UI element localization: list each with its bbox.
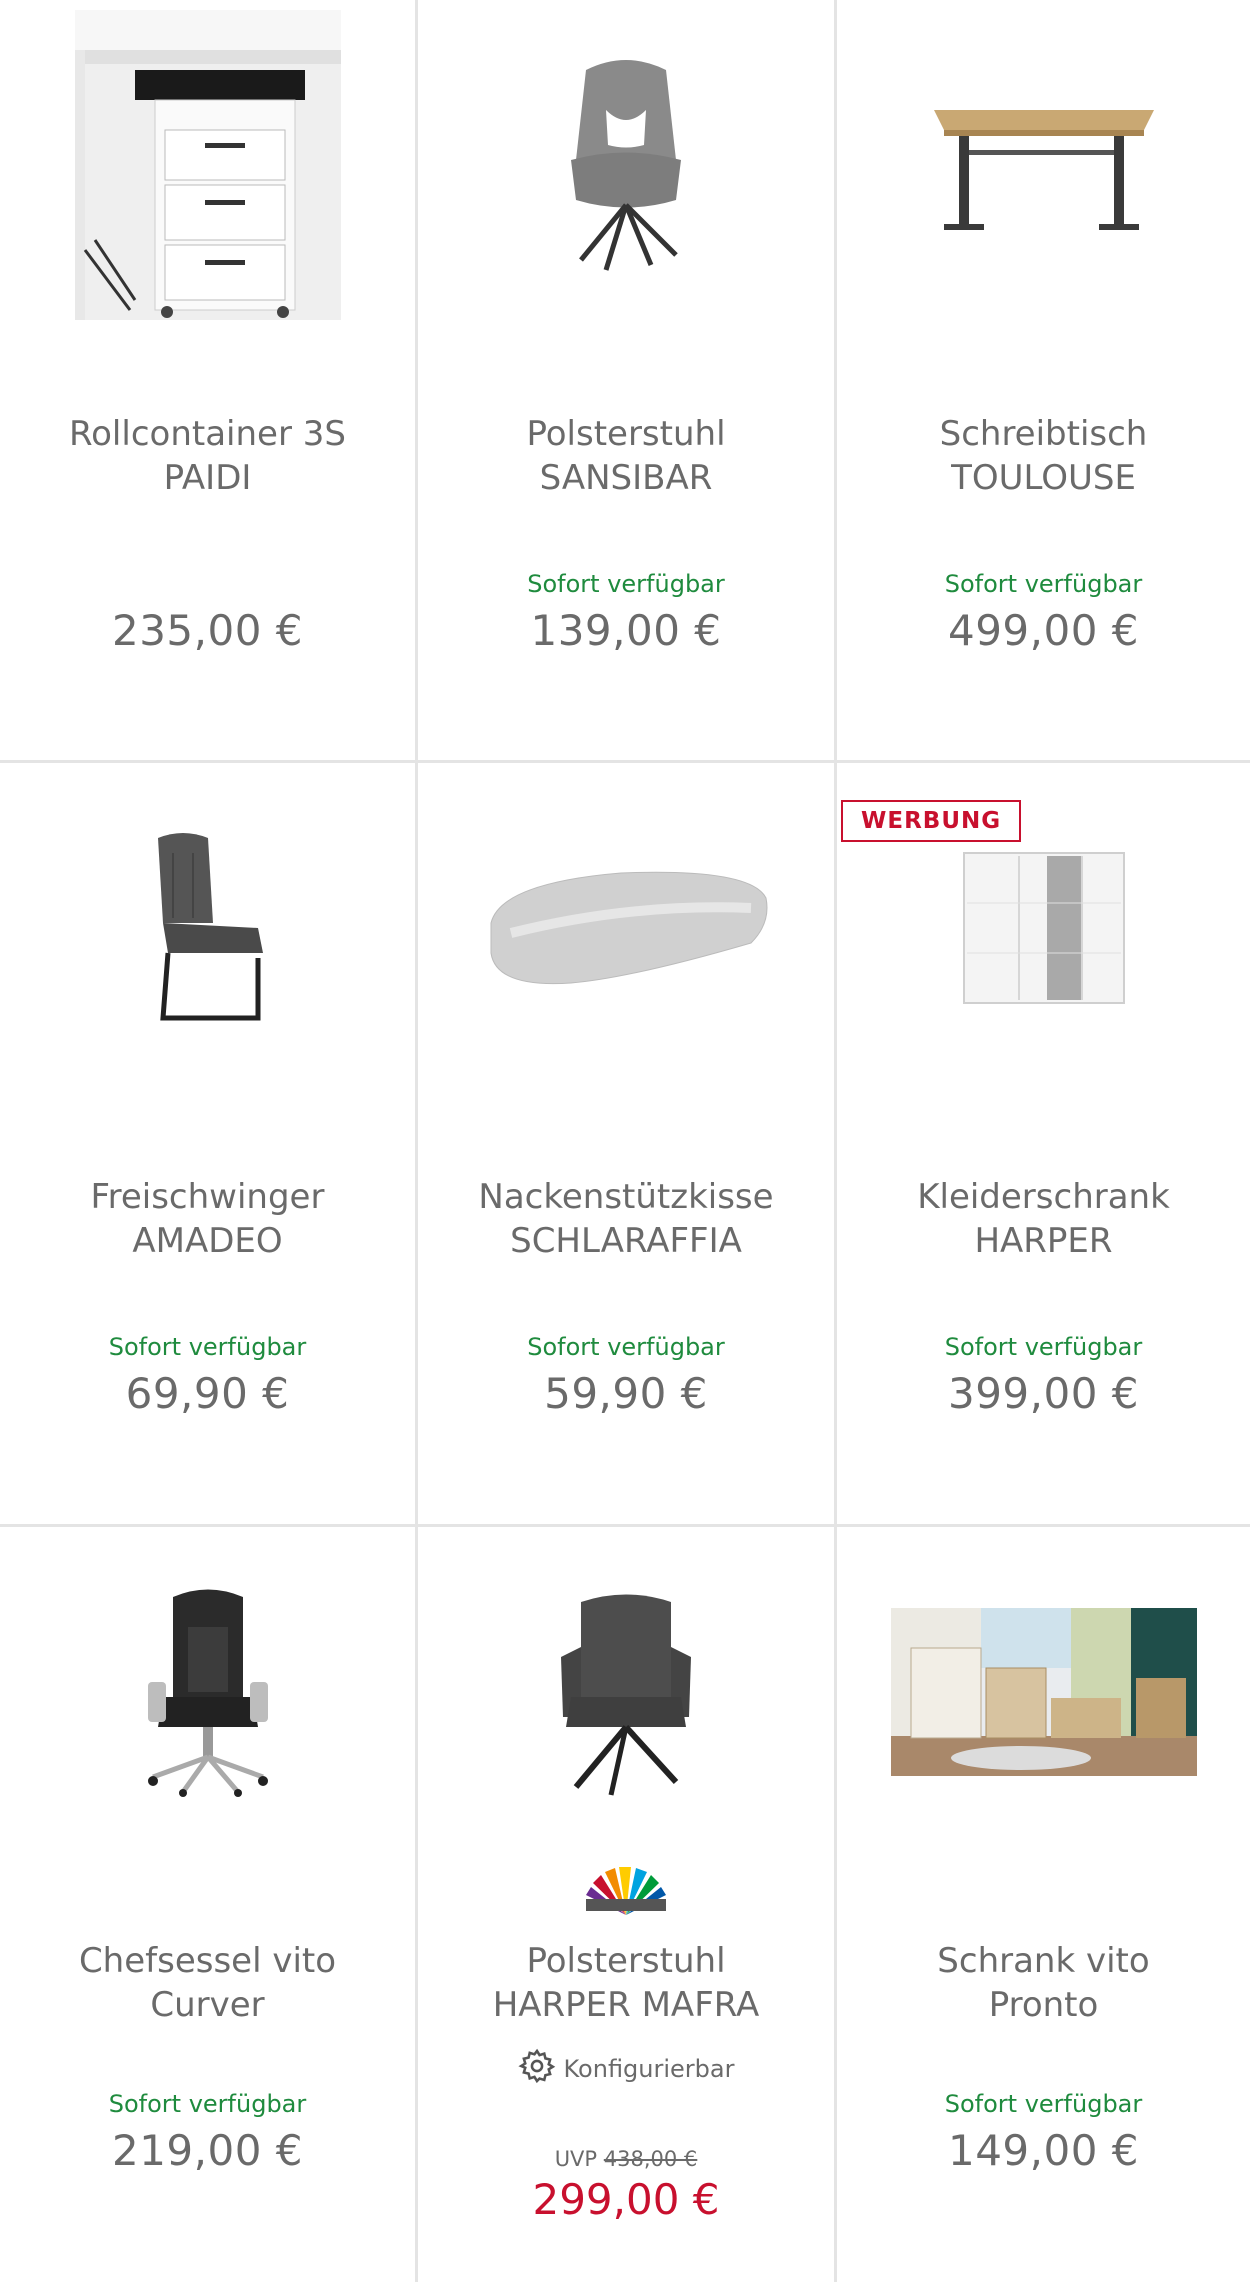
availability-label: Sofort verfügbar [527, 570, 725, 598]
product-title-line1[interactable]: Chefsessel vito [20, 1939, 395, 1983]
product-title-line1[interactable]: Rollcontainer 3S [20, 412, 395, 456]
availability-label: Sofort verfügbar [944, 1333, 1143, 1361]
product-title[interactable]: Schrank vito Pronto [857, 1939, 1230, 2027]
gear-icon [517, 2047, 556, 2091]
product-title[interactable]: Chefsessel vito Curver [20, 1939, 395, 2027]
product-card-freischwinger-amadeo[interactable]: Freischwinger AMADEO Sofort verfügbar 69… [0, 763, 418, 1527]
configurable-text: Konfigurierbar [563, 2055, 735, 2083]
product-price: 69,90 € [125, 1369, 290, 1418]
product-title-line2[interactable]: HARPER [857, 1219, 1230, 1263]
availability-label: Sofort verfügbar [944, 570, 1143, 598]
product-price: 219,00 € [111, 2126, 304, 2175]
product-image[interactable] [418, 0, 834, 330]
product-image[interactable] [837, 1527, 1250, 1857]
product-card-schreibtisch-toulouse[interactable]: Schreibtisch TOULOUSE Sofort verfügbar 4… [837, 0, 1250, 763]
product-title[interactable]: Kleiderschrank HARPER [857, 1175, 1230, 1263]
product-card-polsterstuhl-sansibar[interactable]: Polsterstuhl SANSIBAR Sofort verfügbar 1… [418, 0, 837, 763]
product-price: 149,00 € [947, 2126, 1140, 2175]
brand-logo [418, 1865, 834, 1915]
uvp-strikethrough-price: 438,00 € [603, 2147, 698, 2171]
configurable-label[interactable]: Konfigurierbar [418, 2047, 834, 2091]
product-price: 139,00 € [530, 606, 722, 655]
product-title-line2[interactable]: Pronto [857, 1983, 1230, 2027]
product-title-line2[interactable]: PAIDI [20, 456, 395, 500]
product-title-line2[interactable]: HARPER MAFRA [438, 1983, 814, 2027]
uvp-price: UVP 438,00 € [418, 2147, 834, 2171]
product-title[interactable]: Schreibtisch TOULOUSE [857, 412, 1230, 500]
product-price: 235,00 € [111, 606, 304, 655]
product-image[interactable] [0, 1527, 415, 1857]
product-title-line1[interactable]: Schrank vito [857, 1939, 1230, 1983]
product-card-nackenstuetzkissen[interactable]: Nackenstützkisse SCHLARAFFIA Sofort verf… [418, 763, 837, 1527]
product-price: 499,00 € [947, 606, 1140, 655]
product-title-line1[interactable]: Freischwinger [20, 1175, 395, 1219]
product-image[interactable] [837, 0, 1250, 330]
product-title-line2[interactable]: SCHLARAFFIA [438, 1219, 814, 1263]
product-card-rollcontainer[interactable]: Rollcontainer 3S PAIDI 235,00 € [0, 0, 418, 763]
sale-price: 299,00 € [532, 2175, 720, 2224]
product-title-line1[interactable]: Kleiderschrank [857, 1175, 1230, 1219]
product-title-line1[interactable]: Polsterstuhl [438, 1939, 814, 1983]
product-card-kleiderschrank-harper[interactable]: WERBUNG Kleiderschrank HARPER Sofort ver… [837, 763, 1250, 1527]
product-image[interactable] [0, 763, 415, 1093]
availability-label: Sofort verfügbar [527, 1333, 725, 1361]
product-image[interactable] [418, 1527, 834, 1857]
product-title[interactable]: Rollcontainer 3S PAIDI [20, 412, 395, 500]
availability-label: Sofort verfügbar [944, 2090, 1143, 2118]
product-title-line2[interactable]: AMADEO [20, 1219, 395, 1263]
product-title-line1[interactable]: Schreibtisch [857, 412, 1230, 456]
product-title[interactable]: Freischwinger AMADEO [20, 1175, 395, 1263]
product-image[interactable] [0, 0, 415, 330]
product-title[interactable]: Polsterstuhl SANSIBAR [438, 412, 814, 500]
availability-label: Sofort verfügbar [108, 1333, 307, 1361]
uvp-label: UVP [554, 2147, 598, 2171]
product-title-line1[interactable]: Polsterstuhl [438, 412, 814, 456]
product-title-line2[interactable]: TOULOUSE [857, 456, 1230, 500]
product-image[interactable] [418, 763, 834, 1093]
product-card-schrank-vito-pronto[interactable]: Schrank vito Pronto Sofort verfügbar 149… [837, 1527, 1250, 2282]
product-title[interactable]: Polsterstuhl HARPER MAFRA [438, 1939, 814, 2027]
availability-label: Sofort verfügbar [108, 2090, 307, 2118]
product-price: 399,00 € [947, 1369, 1140, 1418]
product-title-line2[interactable]: SANSIBAR [438, 456, 814, 500]
product-price: 59,90 € [544, 1369, 708, 1418]
product-title-line1[interactable]: Nackenstützkisse [438, 1175, 814, 1219]
product-grid: Rollcontainer 3S PAIDI 235,00 € Polsters… [0, 0, 1250, 2282]
product-title[interactable]: Nackenstützkisse SCHLARAFFIA [438, 1175, 814, 1263]
advertising-badge: WERBUNG [841, 800, 1022, 842]
product-title-line2[interactable]: Curver [20, 1983, 395, 2027]
product-card-chefsessel-vito-curver[interactable]: Chefsessel vito Curver Sofort verfügbar … [0, 1527, 418, 2282]
product-card-polsterstuhl-harper-mafra[interactable]: Polsterstuhl HARPER MAFRA Konfigurierbar… [418, 1527, 837, 2282]
